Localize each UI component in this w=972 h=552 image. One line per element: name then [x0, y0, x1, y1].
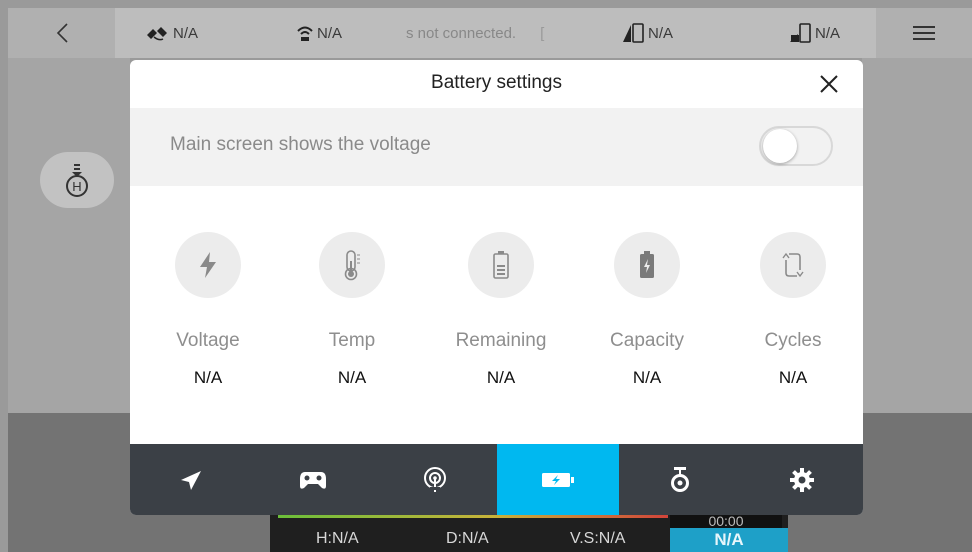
battery-icon [541, 472, 574, 487]
gps-value: N/A [173, 24, 199, 42]
close-icon [820, 75, 838, 93]
rc-signal-value: N/A [648, 24, 674, 42]
dialog-title: Battery settings [431, 72, 562, 93]
metric-voltage: Voltage N/A [138, 186, 278, 388]
link-status: N/A [295, 8, 342, 58]
tab-settings[interactable] [741, 444, 863, 515]
svg-text:H: H [72, 179, 81, 194]
gimbal-icon [670, 466, 689, 492]
metric-value: N/A [632, 368, 662, 387]
gear-icon [789, 467, 814, 492]
right-panel [862, 58, 972, 413]
battery-signal-icon [790, 23, 811, 43]
voltage-toggle-row: Main screen shows the voltage [130, 108, 863, 186]
speed-readout: N/A [670, 528, 788, 552]
voltage-toggle-label: Main screen shows the voltage [170, 134, 431, 155]
settings-tabbar [130, 444, 863, 515]
return-home-icon: H [66, 164, 88, 197]
metric-label: Remaining [455, 330, 547, 351]
metric-value: N/A [193, 368, 223, 387]
rc-signal-status: N/A [622, 8, 673, 58]
tab-controller[interactable] [252, 444, 374, 515]
lightning-icon [175, 232, 241, 298]
metric-value: N/A [486, 368, 516, 387]
metric-value: N/A [778, 368, 808, 387]
metric-label: Capacity [610, 330, 684, 351]
tab-flight[interactable] [130, 444, 252, 515]
dialog-header: Battery settings [130, 60, 863, 108]
menu-button[interactable] [876, 8, 972, 58]
flight-timer: 00:00 [670, 514, 782, 528]
flight-hud: 00:00 H:N/A D:N/A V.S:N/A N/A [270, 514, 788, 552]
back-button[interactable] [8, 8, 115, 58]
wifi-link-icon [297, 26, 313, 41]
battery-settings-dialog: Battery settings Main screen shows the v… [130, 60, 863, 515]
toggle-knob [763, 129, 797, 163]
cycle-icon [760, 232, 826, 298]
battery-metrics: Voltage N/A Temp N/A Remaining N/A Capac… [130, 186, 863, 444]
tab-signal[interactable] [374, 444, 496, 515]
close-button[interactable] [817, 72, 841, 96]
gps-status: N/A [145, 8, 198, 58]
paper-plane-icon [181, 470, 202, 490]
metric-value: N/A [337, 368, 367, 387]
voltage-toggle[interactable] [759, 126, 833, 166]
connection-message: s not connected. [ [406, 24, 545, 42]
satellite-icon [147, 27, 167, 41]
rc-signal-icon [623, 23, 644, 43]
vspeed-readout: V.S:N/A [570, 530, 626, 547]
chevron-left-icon [56, 23, 68, 43]
metric-temp: Temp N/A [282, 186, 422, 388]
metric-label: Cycles [764, 330, 822, 351]
gamepad-icon [300, 471, 327, 489]
battery-status: N/A [789, 8, 840, 58]
battery-value: N/A [815, 24, 841, 42]
thermometer-icon [319, 232, 385, 298]
height-readout: H:N/A [316, 530, 359, 547]
battery-level-icon [468, 232, 534, 298]
battery-charge-icon [614, 232, 680, 298]
metric-label: Voltage [176, 330, 240, 351]
return-home-button[interactable]: H [40, 152, 114, 208]
metric-cycles: Cycles N/A [723, 186, 863, 388]
antenna-icon [424, 466, 447, 492]
tab-gimbal[interactable] [619, 444, 741, 515]
link-value: N/A [317, 24, 343, 42]
left-panel [8, 58, 130, 413]
metric-remaining: Remaining N/A [431, 186, 571, 388]
metric-label: Temp [328, 330, 376, 351]
distance-readout: D:N/A [446, 530, 489, 547]
tab-battery[interactable] [496, 444, 619, 515]
hamburger-icon [913, 26, 935, 40]
status-bar: N/A N/A s not connected. [ N/A N/A [8, 8, 972, 58]
metric-capacity: Capacity N/A [577, 186, 717, 388]
